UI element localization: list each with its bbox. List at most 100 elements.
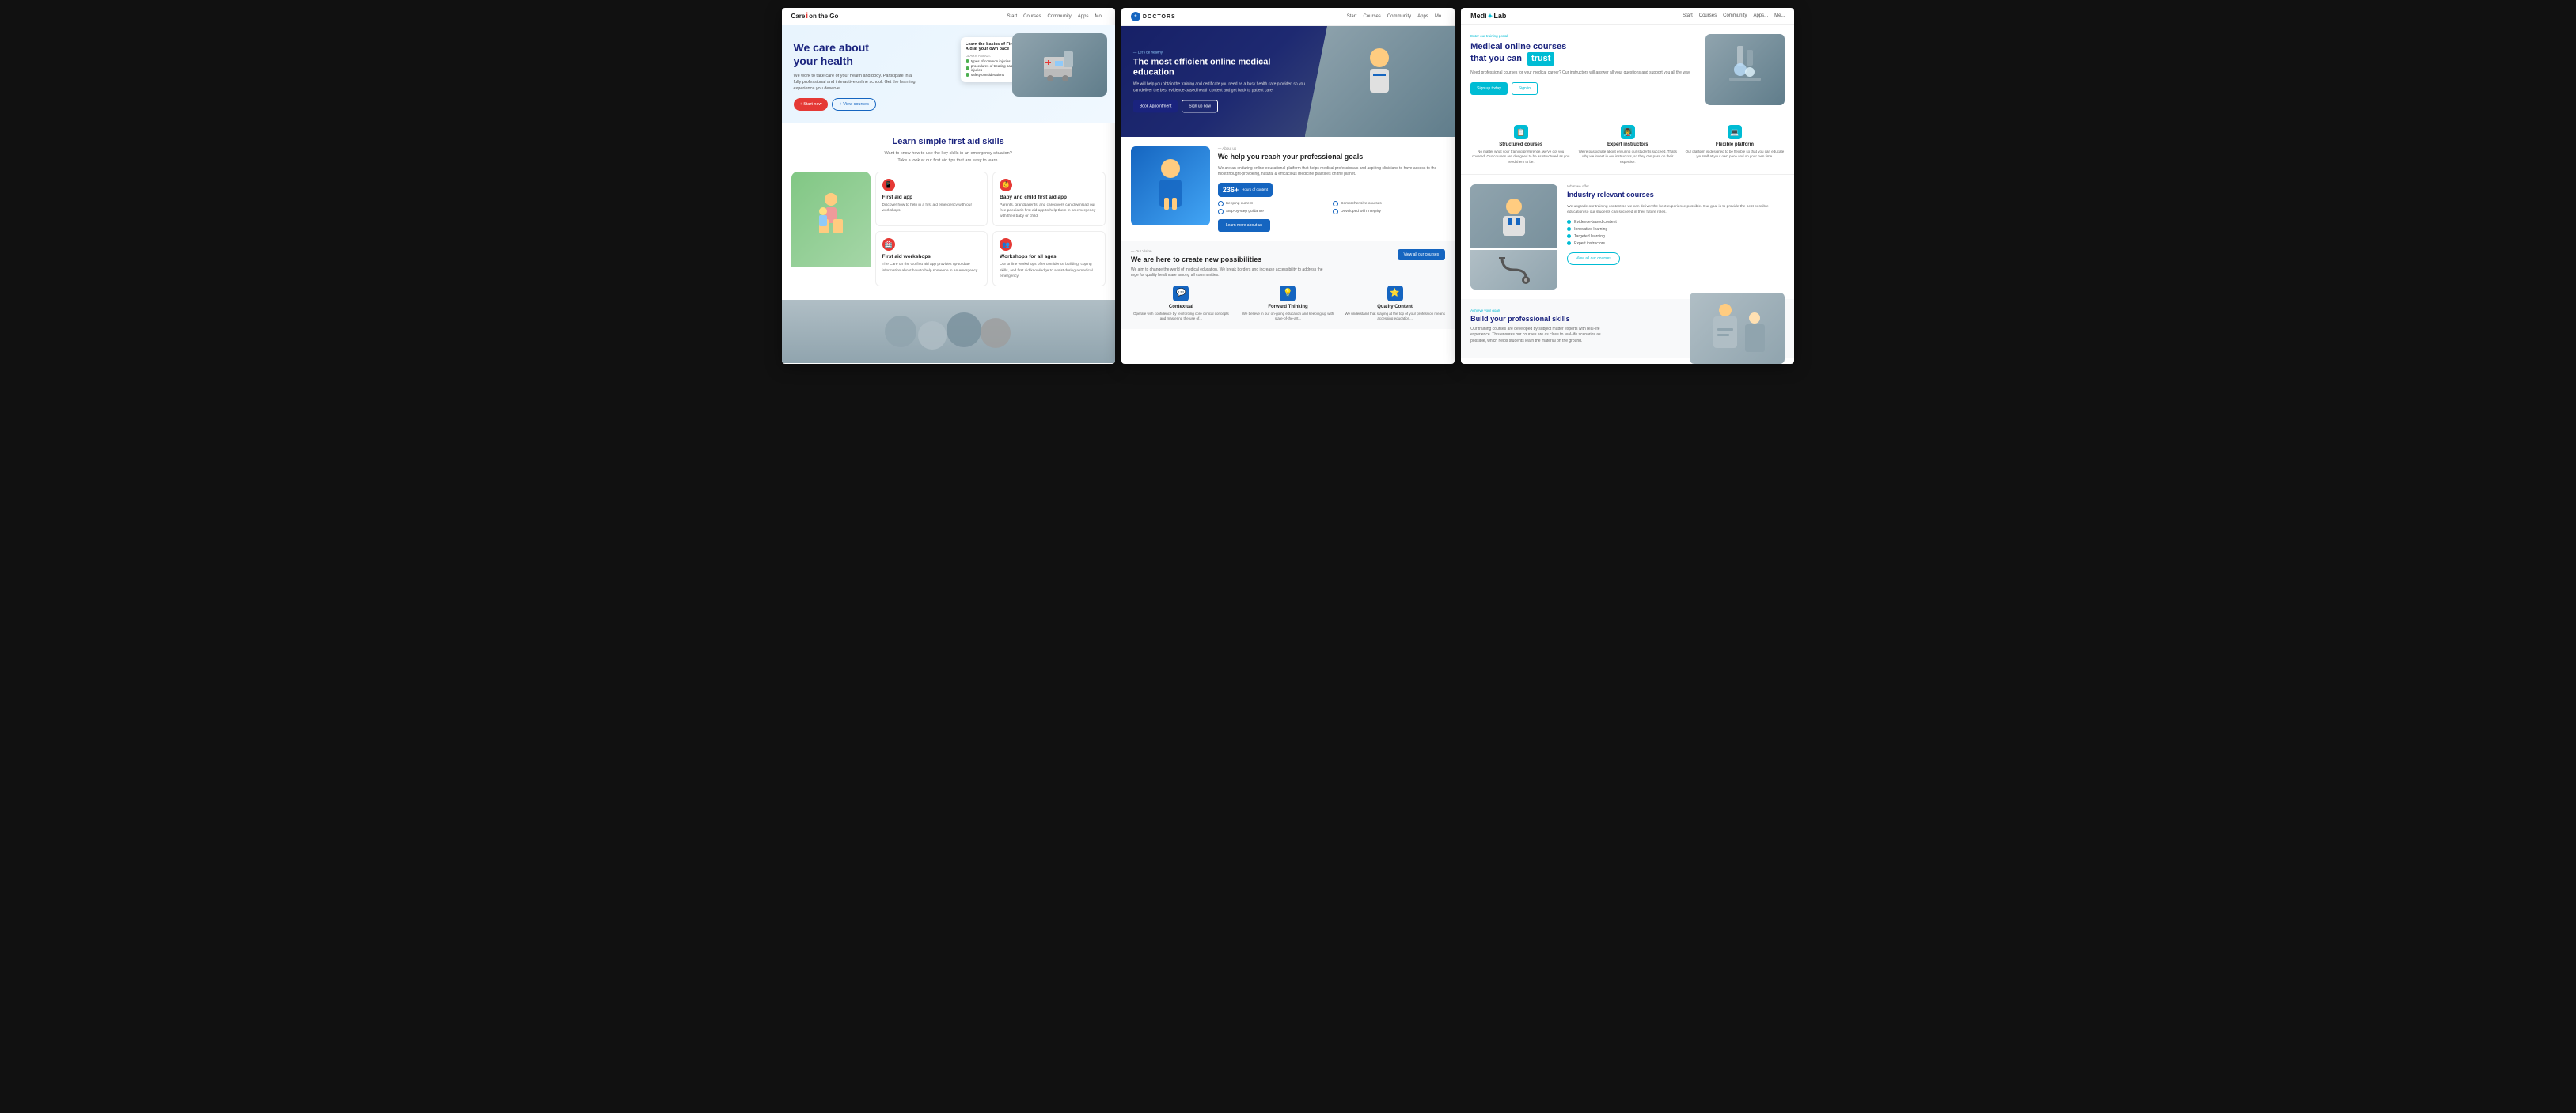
page-care-on-go: Care i on the Go Start Courses Community…: [782, 8, 1115, 364]
instructor-icon: 👨‍🏫: [1621, 125, 1635, 139]
nav-start[interactable]: Start: [1347, 14, 1357, 19]
view-all-courses-button[interactable]: View all our courses: [1398, 249, 1446, 260]
teal-dot-icon: [1567, 227, 1571, 231]
nav-apps[interactable]: Apps: [1417, 14, 1428, 19]
feature-targeted: Targeted learning: [1567, 234, 1785, 239]
page3-features-section: 📋 Structured courses No matter what your…: [1461, 115, 1794, 175]
vision-cards: 💬 Contextual Operate with confidence by …: [1131, 286, 1445, 322]
vision-card-contextual: 💬 Contextual Operate with confidence by …: [1131, 286, 1231, 322]
check-icon: [966, 59, 969, 63]
nav-community[interactable]: Community: [1047, 14, 1071, 19]
course-images: [1470, 184, 1557, 290]
hero-left: Enter our training portal Medical online…: [1470, 34, 1698, 95]
forward-icon: 💡: [1280, 286, 1296, 301]
section2-title: Learn simple first aid skills: [794, 137, 1103, 146]
nav-community[interactable]: Community: [1387, 14, 1411, 19]
card-desc: Discover how to help in a first aid emer…: [882, 203, 981, 214]
page-doctors: + DOCTORS Start Courses Community Apps M…: [1121, 8, 1455, 364]
page3-nav-links: Start Courses Community Apps... Me...: [1683, 13, 1785, 18]
vision-card-title: Forward Thinking: [1238, 305, 1338, 309]
page1-bottom-image: [782, 300, 1115, 363]
card-title: First aid app: [882, 195, 981, 200]
feature-flexible: 💻 Flexible platform Our platform is desi…: [1684, 125, 1785, 165]
page2-navbar: + DOCTORS Start Courses Community Apps M…: [1121, 8, 1455, 26]
nav-start[interactable]: Start: [1007, 14, 1017, 19]
hero-buttons: + Start now + View courses: [794, 98, 1103, 111]
feature-title: Expert instructors: [1577, 142, 1678, 147]
feature-card-app: 📱 First aid app Discover how to help in …: [875, 172, 988, 227]
hero-buttons: Book Appointment Sign up now: [1133, 100, 1307, 113]
signup-button[interactable]: Sign up now: [1182, 100, 1218, 113]
section-left-image: [791, 172, 871, 286]
nav-more[interactable]: Mo...: [1435, 14, 1445, 19]
nav-more[interactable]: Mo...: [1095, 14, 1105, 19]
feature-evidence: Evidence-based content: [1567, 220, 1785, 225]
about-desc: We are an enduring online educational pl…: [1218, 166, 1445, 178]
logo-text-suffix: on the Go: [809, 13, 838, 20]
feature-desc: We're passionate about ensuring our stud…: [1577, 150, 1678, 165]
nav-courses[interactable]: Courses: [1023, 14, 1041, 19]
nav-apps[interactable]: Apps: [1078, 14, 1089, 19]
contextual-icon: 💬: [1173, 286, 1189, 301]
view-all-courses-button[interactable]: View all our courses: [1567, 252, 1620, 265]
nav-courses[interactable]: Courses: [1699, 13, 1717, 18]
hero-title: Medical online courses that you can trus…: [1470, 41, 1698, 66]
feature-expert-instructors: Expert instructors: [1567, 241, 1785, 246]
workshop-icon: 🏥: [882, 238, 895, 251]
page2-hero: — Let's be healthy The most efficient on…: [1121, 26, 1455, 137]
feature-cards-grid: 📱 First aid app Discover how to help in …: [875, 172, 1106, 286]
quality-icon: ⭐: [1387, 286, 1403, 301]
feature-guidance: Step-by-step guidance: [1218, 209, 1330, 214]
signup-today-button[interactable]: Sign up today: [1470, 82, 1508, 95]
vision-tag: — Our Vision: [1131, 249, 1261, 253]
feature-desc: Our platform is designed to be flexible …: [1684, 150, 1785, 160]
page1-hero: We care about your health We work to tak…: [782, 25, 1115, 123]
card-desc: Our online workshops offer confidence bu…: [1000, 262, 1098, 279]
section2-subtitle: Want to know how to use the key skills i…: [794, 150, 1103, 164]
skills-img: [1690, 293, 1785, 364]
vision-header: — Our Vision We are here to create new p…: [1131, 249, 1261, 267]
stat-badge: 236+ Hours of content: [1218, 183, 1273, 197]
view-courses-button[interactable]: + View courses: [832, 98, 875, 111]
teal-dot-icon: [1567, 234, 1571, 238]
feature-title: Flexible platform: [1684, 142, 1785, 147]
hero-desc: We work to take care of your health and …: [794, 73, 920, 93]
nav-start[interactable]: Start: [1683, 13, 1693, 18]
page2-vision-section: — Our Vision We are here to create new p…: [1121, 241, 1455, 330]
nav-apps[interactable]: Apps...: [1753, 13, 1768, 18]
feature-card-all-ages: 👥 Workshops for all ages Our online work…: [992, 231, 1106, 286]
vision-card-desc: We understand that staying at the top of…: [1345, 312, 1445, 322]
nav-courses[interactable]: Courses: [1363, 14, 1380, 19]
start-now-button[interactable]: + Start now: [794, 98, 829, 111]
hero-title: The most efficient online medical educat…: [1133, 57, 1307, 78]
card-title: Workshops for all ages: [1000, 254, 1098, 259]
vision-card-forward: 💡 Forward Thinking We believe in our on-…: [1238, 286, 1338, 322]
hero-photo: [1012, 33, 1107, 97]
vision-desc: We aim to change the world of medical ed…: [1131, 267, 1329, 279]
logo-text-care: Care: [791, 13, 806, 20]
page3-logo: Medi ✦ Lab: [1470, 12, 1506, 20]
page2-logo: + DOCTORS: [1131, 12, 1176, 21]
kids-first-aid-image: [791, 172, 871, 267]
logo-icon: +: [1131, 12, 1140, 21]
group-icon: 👥: [1000, 238, 1012, 251]
teal-dot-icon: [1567, 220, 1571, 224]
learn-more-button[interactable]: Learn more about us: [1218, 219, 1270, 232]
vision-card-desc: We believe in our on-going education and…: [1238, 312, 1338, 322]
check-icon: [966, 66, 969, 70]
card-title: Baby and child first aid app: [1000, 195, 1098, 200]
book-appointment-button[interactable]: Book Appointment: [1133, 100, 1178, 113]
signin-button[interactable]: Sign in: [1512, 82, 1538, 95]
learn-item-1: types of common injuries: [966, 59, 1019, 63]
mobile-icon: 📱: [882, 179, 895, 191]
feature-innovative: Innovative learning: [1567, 227, 1785, 232]
about-tag: — About us: [1218, 146, 1445, 150]
courses-features-list: Evidence-based content Innovative learni…: [1567, 220, 1785, 246]
feature-integrity: Developed with integrity: [1333, 209, 1445, 214]
feature-structured: 📋 Structured courses No matter what your…: [1470, 125, 1571, 165]
nav-community[interactable]: Community: [1723, 13, 1747, 18]
stethoscope-image: [1470, 250, 1557, 290]
courses-tag: What we offer: [1567, 184, 1785, 188]
hero-doctor-image: [1305, 26, 1455, 137]
nav-me[interactable]: Me...: [1774, 13, 1785, 18]
